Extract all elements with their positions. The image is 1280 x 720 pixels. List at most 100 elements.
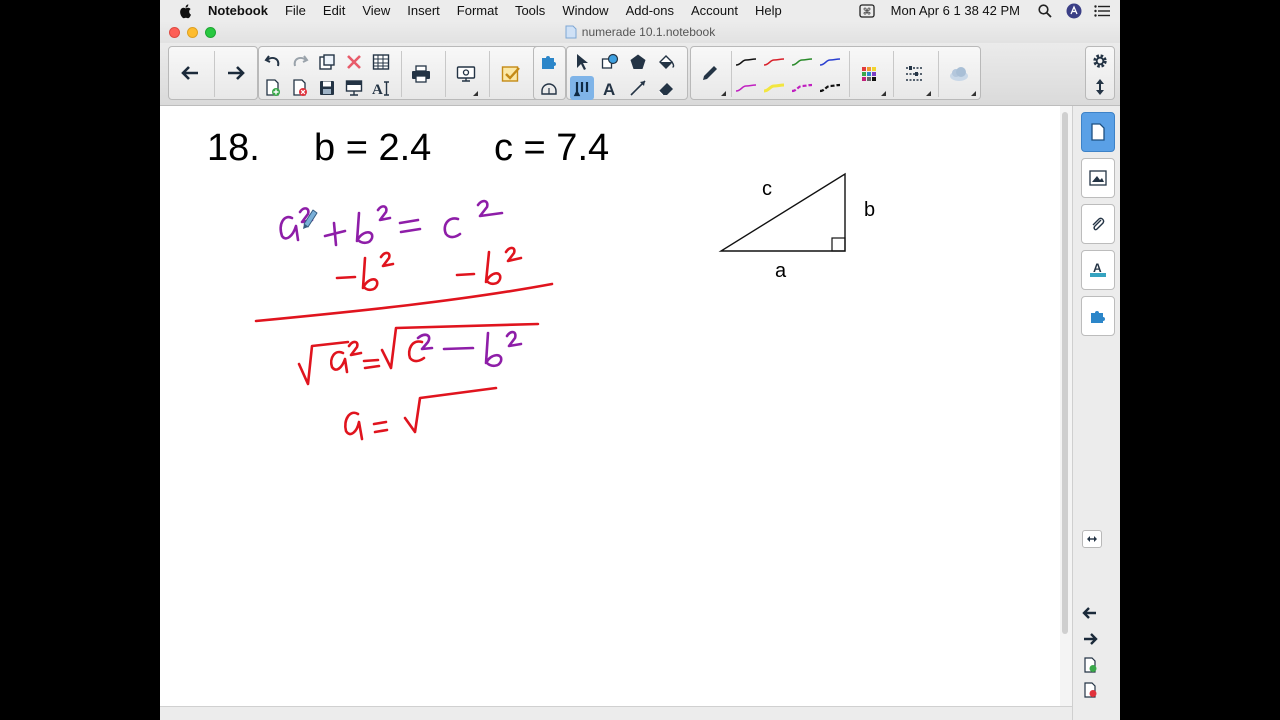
shapes-icon xyxy=(601,53,619,69)
settings-button[interactable] xyxy=(1088,49,1112,73)
svg-text:⌘: ⌘ xyxy=(862,7,871,17)
toolbar-more-button[interactable] xyxy=(947,62,971,86)
close-window-button[interactable] xyxy=(169,27,180,38)
collapse-sidebar-button[interactable] xyxy=(1082,530,1102,548)
pen-color-black-button[interactable] xyxy=(734,50,758,74)
gallery-image-icon xyxy=(1089,170,1107,186)
line-tool-button[interactable] xyxy=(626,76,650,100)
menu-account[interactable]: Account xyxy=(691,3,738,18)
squiggle-green-icon xyxy=(791,58,813,66)
right-arrow-icon xyxy=(1084,633,1098,645)
shapes-tool-button[interactable] xyxy=(598,50,622,74)
previous-page-side-button[interactable] xyxy=(1082,606,1098,625)
addons-button[interactable] xyxy=(537,50,561,74)
pentagon-icon xyxy=(630,54,646,69)
properties-button[interactable] xyxy=(902,62,926,86)
handwriting-recognition-button[interactable]: A xyxy=(369,76,393,100)
properties-text-icon: A xyxy=(1090,261,1106,277)
menu-format[interactable]: Format xyxy=(457,3,498,18)
menu-window[interactable]: Window xyxy=(562,3,608,18)
delete-page-icon xyxy=(293,79,307,96)
tab-properties[interactable]: A xyxy=(1081,250,1115,290)
display-button[interactable] xyxy=(454,62,478,86)
tab-addons[interactable] xyxy=(1081,296,1115,336)
undo-icon xyxy=(264,55,280,67)
menu-edit[interactable]: Edit xyxy=(323,3,345,18)
previous-page-button[interactable] xyxy=(178,61,202,85)
redo-button[interactable] xyxy=(288,50,312,74)
menu-file[interactable]: File xyxy=(285,3,306,18)
notebook-page-canvas[interactable]: 18. b = 2.4 c = 7.4 c b a xyxy=(160,106,1060,706)
text-a-icon: A xyxy=(603,80,615,97)
save-button[interactable] xyxy=(315,76,339,100)
pen-color-magenta-button[interactable] xyxy=(734,76,758,100)
gear-icon xyxy=(1093,54,1107,68)
pen-color-black-dashed-button[interactable] xyxy=(818,76,842,100)
next-page-button[interactable] xyxy=(224,61,248,85)
search-icon[interactable] xyxy=(1038,3,1052,18)
delete-page-button[interactable] xyxy=(288,76,312,100)
add-page-button[interactable] xyxy=(261,76,285,100)
menu-help[interactable]: Help xyxy=(755,3,782,18)
menu-insert[interactable]: Insert xyxy=(407,3,440,18)
highlighter-yellow-button[interactable] xyxy=(762,76,786,100)
vertical-scrollbar-thumb[interactable] xyxy=(1062,112,1068,634)
pen-style-button[interactable] xyxy=(698,62,722,86)
insert-table-button[interactable] xyxy=(369,50,393,74)
forward-arrow-icon xyxy=(228,66,245,80)
next-page-side-button[interactable] xyxy=(1082,632,1098,651)
paste-icon xyxy=(319,54,335,70)
pen-color-blue-button[interactable] xyxy=(818,50,842,74)
pen-color-green-button[interactable] xyxy=(790,50,814,74)
table-icon xyxy=(372,54,390,70)
cloud-icon xyxy=(950,67,968,81)
regular-polygon-tool-button[interactable] xyxy=(626,50,650,74)
svg-text:A: A xyxy=(1093,261,1102,275)
toolbar-separator xyxy=(893,51,894,97)
color-palette-button[interactable] xyxy=(857,62,881,86)
notification-list-icon[interactable] xyxy=(1094,4,1110,17)
pen-color-red-button[interactable] xyxy=(762,50,786,74)
protractor-icon xyxy=(541,83,557,95)
dropdown-corner-indicator xyxy=(473,91,478,96)
up-down-arrows-icon xyxy=(1096,79,1104,95)
menubar-clock[interactable]: Mon Apr 6 1 38 42 PM xyxy=(891,3,1020,18)
delete-page-side-button[interactable] xyxy=(1084,682,1098,703)
document-icon xyxy=(565,25,577,39)
delete-button[interactable] xyxy=(342,50,366,74)
pens-tool-button[interactable] xyxy=(570,76,594,100)
toolbar-separator xyxy=(401,51,402,97)
minimize-window-button[interactable] xyxy=(187,27,198,38)
display-monitor-icon xyxy=(456,66,476,82)
select-tool-button[interactable] xyxy=(570,50,594,74)
fill-tool-button[interactable] xyxy=(654,50,678,74)
undo-button[interactable] xyxy=(261,50,285,74)
add-page-side-button[interactable] xyxy=(1084,657,1098,678)
screen-shade-button[interactable] xyxy=(342,76,366,100)
tab-attachments[interactable] xyxy=(1081,204,1115,244)
measurement-tools-button[interactable] xyxy=(537,76,561,100)
tab-page-sorter[interactable] xyxy=(1081,112,1115,152)
tab-gallery[interactable] xyxy=(1081,158,1115,198)
eraser-tool-button[interactable] xyxy=(654,76,678,100)
zoom-window-button[interactable] xyxy=(205,27,216,38)
back-arrow-icon xyxy=(181,66,198,80)
pen-color-magenta-dashed-button[interactable] xyxy=(790,76,814,100)
menu-view[interactable]: View xyxy=(362,3,390,18)
print-button[interactable] xyxy=(409,62,433,86)
keyboard-shortcut-icon[interactable]: ⌘ xyxy=(858,3,875,18)
text-tool-button[interactable]: A xyxy=(598,76,622,100)
user-avatar-icon[interactable] xyxy=(1066,3,1082,19)
add-page-icon xyxy=(266,79,280,96)
menu-addons[interactable]: Add-ons xyxy=(626,3,674,18)
toolbar-position-button[interactable] xyxy=(1088,75,1112,99)
app-window: Notebook File Edit View Insert Format To… xyxy=(160,0,1120,720)
menu-tools[interactable]: Tools xyxy=(515,3,545,18)
response-button[interactable] xyxy=(499,62,523,86)
bottom-status-bar xyxy=(160,706,1072,720)
apple-icon[interactable] xyxy=(178,3,194,19)
paste-button[interactable] xyxy=(315,50,339,74)
menu-app-name[interactable]: Notebook xyxy=(208,3,268,18)
toolbar-separator xyxy=(445,51,446,97)
puzzle-icon xyxy=(542,56,556,69)
